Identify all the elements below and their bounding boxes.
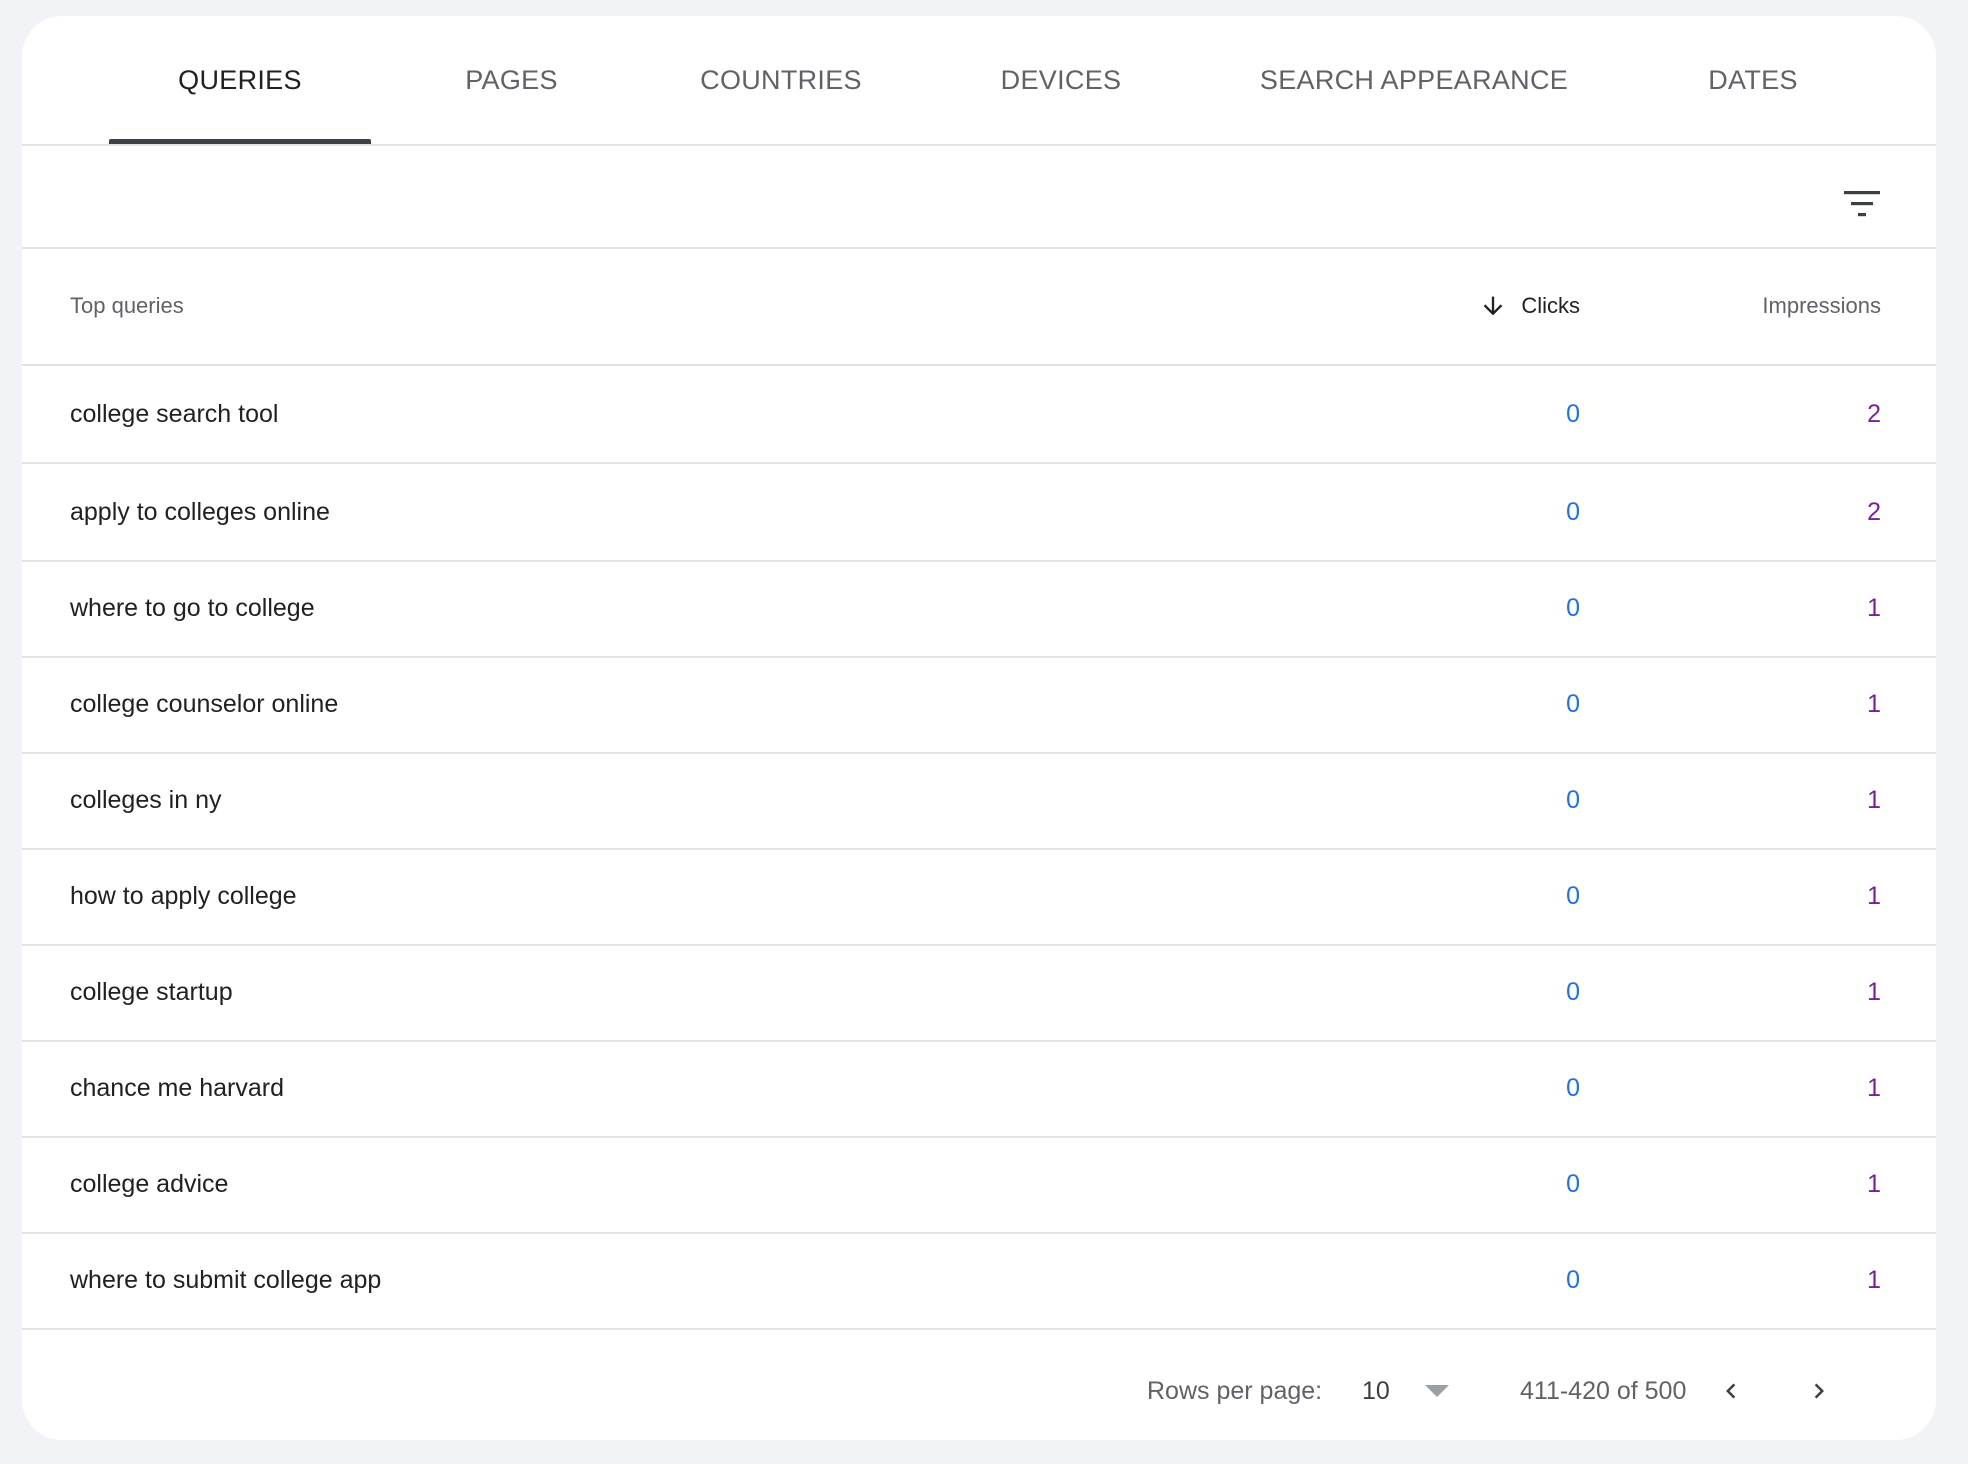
tab-label: PAGES: [465, 64, 558, 95]
column-header-impressions[interactable]: Impressions: [1762, 248, 1881, 364]
query-cell: colleges in ny: [70, 785, 222, 814]
tab-label: DATES: [1708, 64, 1798, 95]
tab-label: DEVICES: [1000, 64, 1122, 95]
page-range: 411-420 of 500: [1520, 1376, 1687, 1405]
clicks-cell: 0: [1566, 1265, 1580, 1294]
query-cell: college advice: [70, 1169, 229, 1198]
clicks-cell: 0: [1566, 497, 1580, 526]
query-cell: college search tool: [70, 399, 279, 428]
impressions-cell: 1: [1867, 593, 1881, 622]
column-header-query: Top queries: [70, 248, 184, 364]
impressions-cell: 1: [1867, 1073, 1881, 1102]
query-cell: how to apply college: [70, 881, 297, 910]
column-header-label: Top queries: [70, 293, 184, 318]
column-header-label: Impressions: [1762, 293, 1881, 318]
column-header-label: Clicks: [1521, 293, 1580, 318]
arrow-downward-icon: [1483, 296, 1503, 316]
rows-per-page-label: Rows per page:: [1147, 1376, 1323, 1405]
table-row[interactable]: where to go to college 0 1: [22, 560, 1936, 656]
query-cell: chance me harvard: [70, 1073, 285, 1102]
rows-per-page-select[interactable]: 10: [1362, 1342, 1484, 1440]
impressions-cell: 2: [1867, 497, 1881, 526]
impressions-cell: 1: [1867, 785, 1881, 814]
chevron-right-icon: [1814, 1383, 1824, 1399]
tab-label: QUERIES: [178, 64, 302, 95]
clicks-cell: 0: [1566, 689, 1580, 718]
query-cell: college counselor online: [70, 689, 339, 718]
tab-label: SEARCH APPEARANCE: [1259, 64, 1569, 95]
clicks-cell: 0: [1566, 977, 1580, 1006]
performance-table-card: QUERIES PAGES COUNTRIES DEVICES SEARCH A…: [22, 16, 1936, 1440]
table-row[interactable]: colleges in ny 0 1: [22, 752, 1936, 848]
table-header: Top queries Clicks Impressions: [22, 248, 1936, 364]
clicks-cell: 0: [1566, 399, 1580, 428]
arrow-drop-down-icon: [1424, 1385, 1449, 1397]
clicks-cell: 0: [1566, 785, 1580, 814]
dimension-tabs: QUERIES PAGES COUNTRIES DEVICES SEARCH A…: [22, 16, 1936, 144]
row-divider: [22, 1328, 1936, 1330]
clicks-cell: 0: [1566, 1169, 1580, 1198]
previous-page-button[interactable]: [1703, 1363, 1759, 1419]
impressions-cell: 1: [1867, 1265, 1881, 1294]
pagination-footer: Rows per page: 10 411-420 of 500: [22, 1342, 1936, 1440]
tab-dates[interactable]: DATES: [1672, 16, 1834, 144]
impressions-cell: 2: [1867, 399, 1881, 428]
clicks-cell: 0: [1566, 593, 1580, 622]
column-header-clicks[interactable]: Clicks: [1479, 248, 1580, 364]
filter-list-icon: [1844, 191, 1880, 217]
clicks-cell: 0: [1566, 881, 1580, 910]
tab-pages[interactable]: PAGES: [430, 16, 593, 144]
table-row[interactable]: where to submit college app 0 1: [22, 1232, 1936, 1328]
query-cell: college startup: [70, 977, 233, 1006]
clicks-cell: 0: [1566, 1073, 1580, 1102]
table-row[interactable]: college startup 0 1: [22, 944, 1936, 1040]
query-cell: where to submit college app: [70, 1265, 382, 1294]
query-cell: where to go to college: [70, 593, 315, 622]
impressions-cell: 1: [1867, 977, 1881, 1006]
chevron-left-icon: [1726, 1383, 1736, 1399]
tab-label: COUNTRIES: [700, 64, 862, 95]
tabs-divider: [22, 144, 1936, 146]
table-row[interactable]: college search tool 0 2: [22, 366, 1936, 462]
table-row[interactable]: apply to colleges online 0 2: [22, 464, 1936, 560]
tab-queries[interactable]: QUERIES: [109, 16, 371, 144]
tab-search-appearance[interactable]: SEARCH APPEARANCE: [1222, 16, 1606, 144]
next-page-button[interactable]: [1791, 1363, 1847, 1419]
table-row[interactable]: college advice 0 1: [22, 1136, 1936, 1232]
impressions-cell: 1: [1867, 881, 1881, 910]
impressions-cell: 1: [1867, 1169, 1881, 1198]
filter-button[interactable]: [1834, 176, 1890, 232]
rows-per-page-value: 10: [1362, 1376, 1390, 1405]
table-row[interactable]: how to apply college 0 1: [22, 848, 1936, 944]
query-cell: apply to colleges online: [70, 497, 330, 526]
tab-countries[interactable]: COUNTRIES: [662, 16, 900, 144]
tab-devices[interactable]: DEVICES: [966, 16, 1156, 144]
impressions-cell: 1: [1867, 689, 1881, 718]
table-row[interactable]: college counselor online 0 1: [22, 656, 1936, 752]
table-row[interactable]: chance me harvard 0 1: [22, 1040, 1936, 1136]
